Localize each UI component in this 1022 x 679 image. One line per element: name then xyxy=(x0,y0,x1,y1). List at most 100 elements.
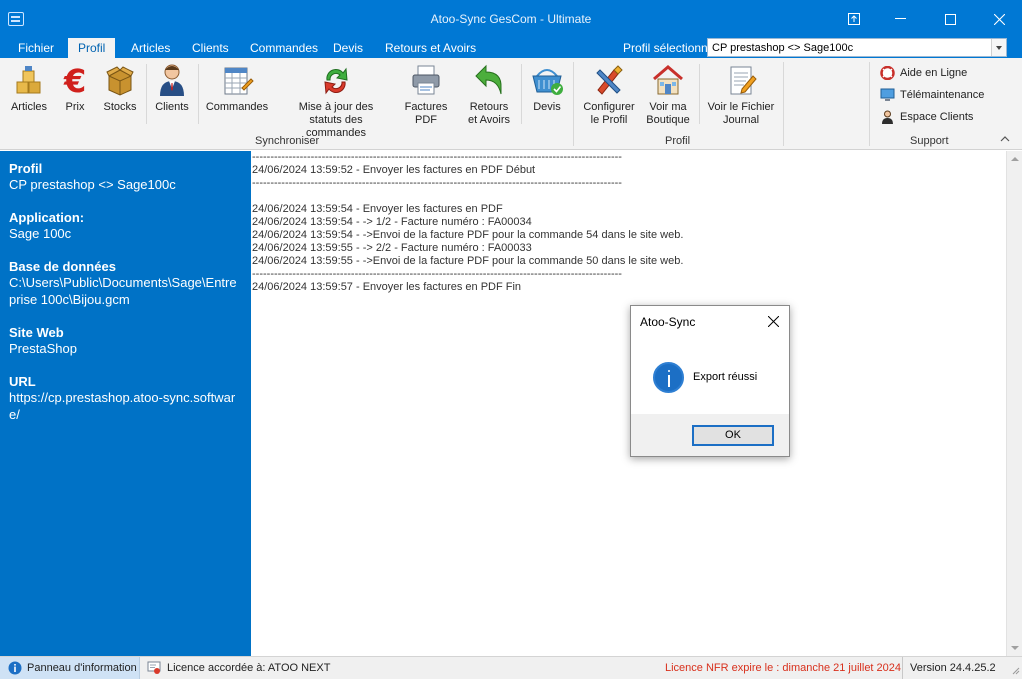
retours-avoirs-button[interactable]: Retours et Avoirs xyxy=(464,62,514,127)
group-label-synchroniser: Synchroniser xyxy=(255,135,320,147)
info-panel-toggle-label: Panneau d'information xyxy=(27,662,137,674)
chevron-down-icon[interactable] xyxy=(991,39,1006,56)
tab-clients[interactable]: Clients xyxy=(182,38,239,58)
dialog-message: Export réussi xyxy=(693,371,758,383)
ribbon-group-separator xyxy=(869,62,870,146)
version-label: Version 24.4.25.2 xyxy=(902,657,996,679)
ribbon-group-separator xyxy=(783,62,784,146)
log-line: 24/06/2024 13:59:54 - -> 1/2 - Facture n… xyxy=(252,216,532,228)
retours-label-2: et Avoirs xyxy=(468,114,510,126)
pin-icon[interactable] xyxy=(831,0,877,38)
collapse-ribbon-icon[interactable] xyxy=(999,134,1011,144)
log-line: 24/06/2024 13:59:54 - ->Envoi de la fact… xyxy=(252,229,684,241)
clients-button[interactable]: Clients xyxy=(153,62,191,114)
online-help-label: Aide en Ligne xyxy=(900,67,968,79)
remote-maintenance-link[interactable]: Télémaintenance xyxy=(880,87,984,103)
info-panel: Profil CP prestashop <> Sage100c Applica… xyxy=(0,151,251,656)
licence-expiry: Licence NFR expire le : dimanche 21 juil… xyxy=(665,662,902,674)
log-line: ----------------------------------------… xyxy=(252,268,622,280)
ribbon-separator xyxy=(198,64,199,124)
sync-arrows-icon xyxy=(324,67,348,95)
info-icon xyxy=(8,661,22,675)
monitor-icon xyxy=(880,88,895,101)
log-file-icon xyxy=(730,66,757,95)
order-grid-icon xyxy=(224,67,254,95)
info-panel-toggle[interactable]: Panneau d'information xyxy=(0,657,140,679)
dialog-title: Atoo-Sync xyxy=(640,315,696,329)
maximize-button[interactable] xyxy=(927,0,973,38)
stocks-label: Stocks xyxy=(103,101,137,113)
commandes-button[interactable]: Commandes xyxy=(205,62,269,114)
view-shop-label-1: Voir ma xyxy=(649,101,687,113)
dialog-close-button[interactable] xyxy=(757,306,789,336)
log-line: 24/06/2024 13:59:55 - ->Envoi de la fact… xyxy=(252,255,684,267)
scroll-down-icon[interactable] xyxy=(1007,640,1022,656)
log-line: 24/06/2024 13:59:52 - Envoyer les factur… xyxy=(252,164,536,176)
svg-text:€: € xyxy=(63,62,86,98)
title-bar: Atoo-Sync GesCom - Ultimate xyxy=(0,0,1022,38)
prix-button[interactable]: € Prix xyxy=(60,62,90,114)
profile-select-label: Profil sélectionné xyxy=(623,41,715,55)
info-application-value: Sage 100c xyxy=(9,226,72,241)
view-log-label-2: Journal xyxy=(722,114,760,126)
info-profile-label: Profil xyxy=(9,161,43,176)
client-person-icon xyxy=(160,64,184,96)
factures-label-2: PDF xyxy=(415,114,437,126)
info-database-label: Base de données xyxy=(9,259,116,274)
minimize-button[interactable] xyxy=(877,0,923,38)
tools-icon xyxy=(596,65,623,95)
online-help-link[interactable]: Aide en Ligne xyxy=(880,65,967,81)
tab-retours-avoirs[interactable]: Retours et Avoirs xyxy=(375,38,486,58)
message-dialog: Atoo-Sync Export réussi OK xyxy=(630,305,790,457)
profile-select[interactable]: CP prestashop <> Sage100c xyxy=(707,38,1007,57)
log-output[interactable]: ----------------------------------------… xyxy=(251,151,1006,656)
dialog-footer: OK xyxy=(631,414,789,456)
status-bar: Panneau d'information Licence accordée à… xyxy=(0,656,1022,679)
devis-button[interactable]: Devis xyxy=(527,62,567,114)
ribbon-separator xyxy=(146,64,147,124)
tab-fichier[interactable]: Fichier xyxy=(8,38,64,58)
view-shop-button[interactable]: Voir ma Boutique xyxy=(643,62,693,127)
tab-profil[interactable]: Profil xyxy=(68,38,116,58)
info-url-label: URL xyxy=(9,374,36,389)
stocks-button[interactable]: Stocks xyxy=(101,62,139,114)
info-website-label: Site Web xyxy=(9,325,64,340)
factures-pdf-button[interactable]: Factures PDF xyxy=(402,62,450,127)
ok-button[interactable]: OK xyxy=(692,425,774,446)
articles-button[interactable]: Articles xyxy=(9,62,49,114)
info-profile-value: CP prestashop <> Sage100c xyxy=(9,177,176,192)
update-status-label-1: Mise à jour des xyxy=(298,101,374,113)
group-label-support: Support xyxy=(910,135,949,147)
tab-commandes[interactable]: Commandes xyxy=(240,38,328,58)
tab-devis[interactable]: Devis xyxy=(323,38,373,58)
ribbon: Articles € Prix Stocks Clients Commandes… xyxy=(0,58,1022,150)
info-website-value: PrestaShop xyxy=(9,341,77,356)
tab-articles[interactable]: Articles xyxy=(121,38,180,58)
commandes-label: Commandes xyxy=(205,101,269,113)
menu-tabs: Fichier Profil Articles Clients Commande… xyxy=(0,38,1022,58)
info-database-value: C:\Users\Public\Documents\Sage\Entrepris… xyxy=(9,275,237,307)
resize-grip-icon[interactable] xyxy=(1010,665,1020,675)
ribbon-separator xyxy=(521,64,522,124)
close-button[interactable] xyxy=(976,0,1022,38)
log-line: ----------------------------------------… xyxy=(252,151,622,163)
update-order-status-button[interactable]: Mise à jour des statuts des commandes xyxy=(278,62,394,140)
shop-house-icon xyxy=(653,65,683,95)
clients-label: Clients xyxy=(155,101,189,113)
prix-label: Prix xyxy=(65,101,85,113)
view-log-label-1: Voir le Fichier xyxy=(707,101,775,113)
group-label-profil: Profil xyxy=(665,135,691,147)
configure-profile-button[interactable]: Configurer le Profil xyxy=(580,62,638,127)
remote-maintenance-label: Télémaintenance xyxy=(900,89,985,101)
ribbon-group-separator xyxy=(573,62,574,146)
log-scrollbar[interactable] xyxy=(1006,151,1022,656)
view-log-file-button[interactable]: Voir le Fichier Journal xyxy=(705,62,777,127)
user-icon xyxy=(882,110,893,124)
euro-icon: € xyxy=(63,62,86,98)
client-space-link[interactable]: Espace Clients xyxy=(880,109,973,125)
scroll-up-icon[interactable] xyxy=(1007,151,1022,167)
info-icon xyxy=(653,362,684,393)
boxes-icon xyxy=(16,66,41,94)
configure-label-2: le Profil xyxy=(590,114,628,126)
